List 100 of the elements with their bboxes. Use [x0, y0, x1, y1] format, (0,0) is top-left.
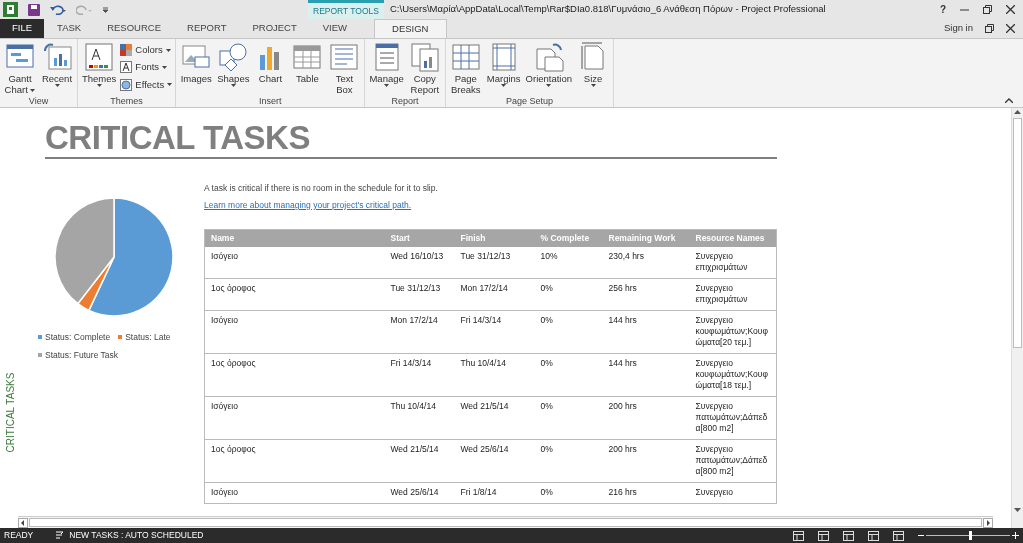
- table-cell: 256 hrs: [602, 278, 690, 311]
- column-header: Start: [384, 229, 455, 247]
- table-cell: Συνεργειο κουφωμάτων;Κουφώματα[20 τεμ.]: [689, 310, 777, 354]
- table-cell: 144 hrs: [602, 310, 690, 354]
- group-label: View: [27, 96, 50, 106]
- sign-in-link[interactable]: Sign in: [943, 21, 973, 36]
- table-cell: Tue 31/12/13: [454, 247, 535, 279]
- collapse-ribbon-icon[interactable]: [1005, 98, 1013, 103]
- scroll-right-icon[interactable]: [983, 517, 993, 528]
- ribbon-tab[interactable]: PROJECT: [239, 19, 310, 38]
- save-icon[interactable]: [28, 3, 40, 16]
- group-label: Themes: [109, 96, 144, 106]
- vertical-scrollbar-thumb[interactable]: [1013, 118, 1022, 348]
- ribbon-button[interactable]: Shapes: [215, 41, 252, 87]
- button-icon: [83, 41, 116, 73]
- table-cell: Συνεργειο επιχρισμάτων: [689, 278, 777, 311]
- column-header: Resource Names: [689, 229, 777, 247]
- table-cell: 0%: [534, 353, 603, 397]
- palette-icon: [120, 44, 133, 57]
- table-cell: Συνεργειο επιχρισμάτων: [689, 247, 777, 279]
- zoom-slider[interactable]: [926, 531, 1010, 540]
- scroll-left-icon[interactable]: [18, 517, 28, 528]
- table-cell: Wed 16/10/13: [384, 247, 455, 279]
- group-label: Report: [390, 96, 420, 106]
- description-text: A task is critical if there is no room in the schedule for it to slip.: [204, 182, 439, 195]
- ribbon-tab[interactable]: TASK: [44, 19, 95, 38]
- legend-label: Status: Complete: [45, 331, 111, 344]
- ribbon-button[interactable]: Recent: [39, 41, 75, 87]
- help-button[interactable]: ?: [939, 2, 946, 17]
- table-cell: 0%: [534, 482, 603, 504]
- table-cell: Tue 31/12/13: [384, 278, 455, 311]
- table-cell: 0%: [534, 396, 603, 440]
- ribbon-button[interactable]: Effects: [119, 77, 174, 92]
- button-icon: [217, 41, 250, 73]
- scroll-down-icon[interactable]: [1013, 505, 1022, 514]
- table-cell: 216 hrs: [602, 482, 690, 504]
- context-tab-group: REPORT TOOLS: [308, 0, 384, 19]
- ribbon-tab[interactable]: VIEW: [309, 19, 361, 38]
- legend-label: Status: Late: [125, 331, 171, 344]
- zoom-in-icon[interactable]: [1012, 532, 1019, 539]
- ribbon-button[interactable]: Text Box: [326, 41, 363, 95]
- table-cell: 10%: [534, 247, 603, 279]
- help-link[interactable]: Learn more about managing your project's critical path.: [204, 198, 777, 212]
- table-cell: Fri 14/3/14: [454, 310, 535, 354]
- ribbon-button[interactable]: Gantt Chart: [2, 41, 38, 95]
- horizontal-scrollbar-thumb[interactable]: [29, 518, 982, 527]
- column-header: Remaining Work: [602, 229, 690, 247]
- table-cell: Fri 1/8/14: [454, 482, 535, 504]
- table-cell: Συνεργειο: [689, 482, 777, 504]
- table-cell: Συνεργειο κουφωμάτων;Κουφώματα[18 τεμ.]: [689, 353, 777, 397]
- table-cell: Mon 17/2/14: [454, 278, 535, 311]
- ribbon-button[interactable]: Chart: [252, 41, 289, 84]
- ribbon-tab[interactable]: REPORT: [174, 19, 240, 38]
- table-cell: Thu 10/4/14: [454, 353, 535, 397]
- table-cell: Mon 17/2/14: [384, 310, 455, 354]
- ribbon-button[interactable]: Fonts: [119, 60, 174, 75]
- table-cell: Συνεργειο πατωμάτων;Δάπεδα[800 m2]: [689, 396, 777, 440]
- ribbon-tab[interactable]: RESOURCE: [94, 19, 174, 38]
- ribbon-tab[interactable]: FILE: [0, 19, 45, 38]
- table-cell: Συνεργειο πατωμάτων;Δάπεδα[800 m2]: [689, 439, 777, 483]
- restore-icon[interactable]: [983, 5, 992, 14]
- group-label: Page Setup: [504, 96, 554, 106]
- table-cell: Ισόγειο: [204, 247, 385, 279]
- ribbon-button[interactable]: Copy Report: [406, 41, 443, 95]
- table-cell: 1ος όροφος: [204, 353, 385, 397]
- legend-label: Status: Future Task: [45, 348, 119, 362]
- table-cell: 200 hrs: [602, 396, 690, 440]
- status-new-tasks[interactable]: NEW TASKS : AUTO SCHEDULED: [69, 529, 204, 542]
- table-cell: Wed 25/6/14: [384, 482, 455, 504]
- ribbon-button[interactable]: Orientation: [523, 41, 575, 87]
- table-cell: 0%: [534, 278, 603, 311]
- close-icon[interactable]: [1006, 5, 1015, 14]
- table-cell: Wed 21/5/14: [454, 396, 535, 440]
- group-label: Insert: [258, 96, 283, 106]
- ribbon-button[interactable]: Table: [289, 41, 326, 84]
- ribbon-button[interactable]: Themes: [80, 41, 119, 87]
- effects-icon: [120, 78, 133, 91]
- ribbon-button[interactable]: Page Breaks: [447, 41, 484, 95]
- table-cell: Ισόγειο: [204, 482, 385, 504]
- close-icon[interactable]: [1006, 24, 1015, 33]
- table-cell: Ισόγειο: [204, 396, 385, 440]
- table-cell: Thu 10/4/14: [384, 396, 455, 440]
- ribbon-button[interactable]: Colors: [119, 43, 174, 58]
- undo-icon[interactable]: [50, 4, 66, 15]
- ribbon-button[interactable]: Manage: [367, 41, 406, 87]
- column-header: Name: [204, 229, 385, 247]
- restore-icon[interactable]: [985, 24, 994, 33]
- customize-icon[interactable]: [102, 6, 109, 13]
- button-icon: [408, 41, 441, 73]
- side-label: CRITICAL TASKS: [4, 372, 18, 452]
- ribbon-button[interactable]: Size: [575, 41, 612, 87]
- button-icon: [449, 41, 482, 73]
- status-ready: READY: [4, 529, 34, 542]
- ribbon-tab[interactable]: DESIGN: [374, 19, 447, 38]
- zoom-slider-thumb[interactable]: [968, 531, 972, 540]
- ribbon-button[interactable]: Images: [178, 41, 215, 84]
- table-cell: 0%: [534, 439, 603, 483]
- project-logo-icon: [3, 2, 18, 17]
- ribbon-button[interactable]: Margins: [484, 41, 523, 87]
- button-icon: [41, 41, 73, 73]
